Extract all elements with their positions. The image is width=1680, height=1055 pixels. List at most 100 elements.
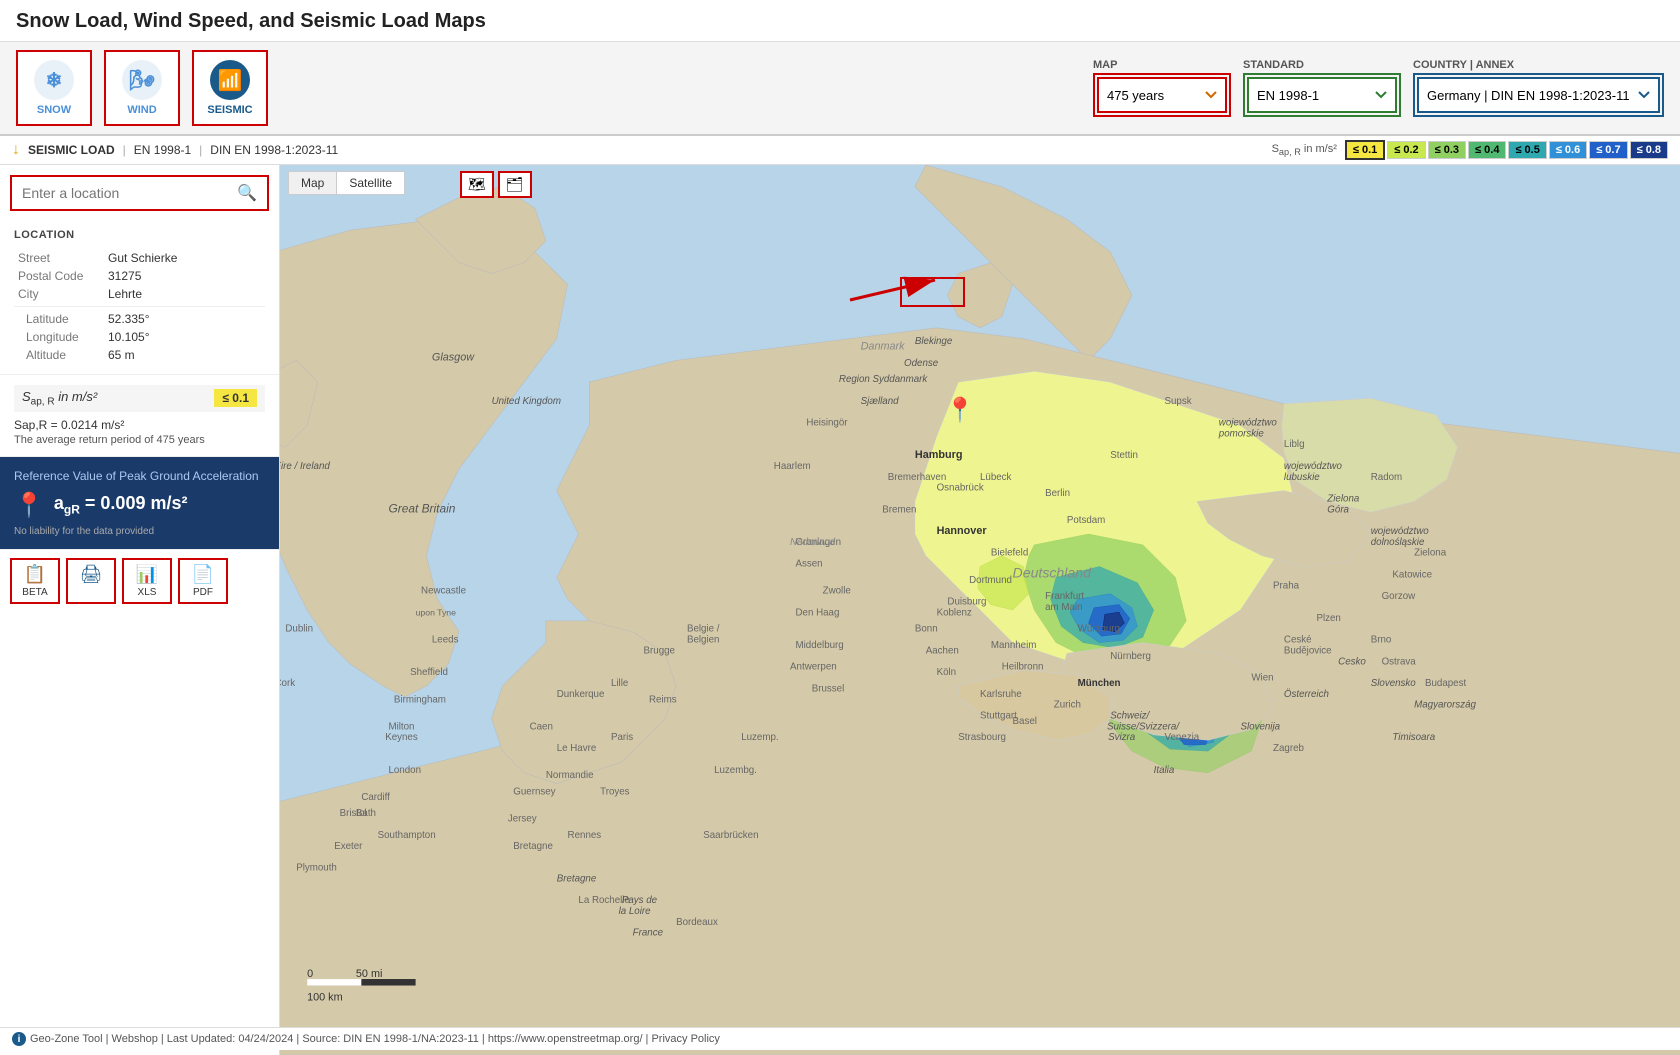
tab-satellite[interactable]: Satellite — [337, 172, 404, 194]
svg-text:Dunkerque: Dunkerque — [557, 689, 605, 700]
svg-text:Nürnberg: Nürnberg — [1110, 651, 1151, 662]
action-bar: 📋 BETA 🖨 📊 XLS 📄 PDF — [0, 549, 279, 612]
svg-text:dolnośląskie: dolnośląskie — [1371, 537, 1425, 548]
xls-button[interactable]: 📊 XLS — [122, 558, 172, 604]
map-dropdown-label: MAP — [1093, 59, 1231, 71]
print-button[interactable]: 🖨 — [66, 558, 116, 604]
svg-text:Strasbourg: Strasbourg — [958, 732, 1006, 743]
info-icon: i — [12, 1032, 26, 1046]
svg-text:Great Britain: Great Britain — [388, 501, 455, 515]
svg-text:Venezia: Venezia — [1165, 732, 1200, 743]
svg-text:Mannheim: Mannheim — [991, 640, 1037, 651]
svg-text:Würzburg: Würzburg — [1078, 624, 1120, 635]
google-maps-button[interactable]: 🗺 — [460, 171, 494, 198]
seismic-label: SEISMIC — [207, 104, 252, 116]
standard-dropdown-wrapper: EN 1998-1 — [1243, 73, 1401, 117]
snow-button[interactable]: ❄ SNOW — [16, 50, 92, 126]
field-label-lon: Longitude — [14, 328, 104, 346]
snow-label: SNOW — [37, 104, 71, 116]
svg-text:100 km: 100 km — [307, 992, 343, 1004]
svg-text:0: 0 — [307, 968, 313, 980]
country-dropdown-wrapper: Germany | DIN EN 1998-1:2023-11 — [1413, 73, 1664, 117]
wind-icon: 🌬 — [122, 60, 162, 100]
svg-text:Heilbronn: Heilbronn — [1002, 662, 1044, 673]
seismic-label-row: Sap, R in m/s² ≤ 0.1 — [14, 385, 265, 412]
location-heading: LOCATION — [14, 229, 265, 241]
svg-text:Rennes: Rennes — [568, 830, 602, 841]
svg-text:Luzembg.: Luzembg. — [714, 765, 757, 776]
svg-text:Antwerpen: Antwerpen — [790, 662, 837, 673]
table-row: Postal Code 31275 — [14, 267, 265, 285]
country-select[interactable]: Germany | DIN EN 1998-1:2023-11 — [1417, 77, 1660, 113]
location-table: Street Gut Schierke Postal Code 31275 Ci… — [14, 249, 265, 364]
reference-panel: Reference Value of Peak Ground Accelerat… — [0, 457, 279, 549]
svg-text:Zwolle: Zwolle — [823, 586, 851, 597]
search-box[interactable]: 🔍 — [10, 175, 269, 211]
beta-button[interactable]: 📋 BETA — [10, 558, 60, 604]
svg-text:Österreich: Österreich — [1284, 689, 1329, 700]
map-container[interactable]: Map Satellite 🗺 🗂 — [280, 165, 1680, 1055]
svg-text:Duisburg: Duisburg — [947, 597, 986, 608]
footer: i Geo-Zone Tool | Webshop | Last Updated… — [0, 1027, 1680, 1050]
svg-text:Slovensko: Slovensko — [1371, 678, 1417, 689]
svg-text:Jersey: Jersey — [508, 814, 537, 825]
legend-cell-01: ≤ 0.1 — [1345, 140, 1385, 160]
svg-text:Stuttgart: Stuttgart — [980, 711, 1017, 722]
seismic-value-badge: ≤ 0.1 — [214, 389, 257, 407]
svg-text:Cork: Cork — [280, 678, 295, 689]
svg-text:Dortmund: Dortmund — [969, 575, 1012, 586]
map-dropdown-group: MAP 475 years 100 years 2475 years — [1093, 59, 1231, 117]
svg-text:Timisoara: Timisoara — [1392, 732, 1435, 743]
seismic-icon: 📶 — [210, 60, 250, 100]
svg-text:upon Tyne: upon Tyne — [416, 607, 457, 617]
status-left: ↓ SEISMIC LOAD | EN 1998-1 | DIN EN 1998… — [12, 141, 338, 159]
svg-text:Ostrava: Ostrava — [1382, 656, 1417, 667]
map-layers-button[interactable]: 🗂 — [498, 171, 532, 198]
svg-text:Katowice: Katowice — [1392, 569, 1432, 580]
svg-text:Brugge: Brugge — [644, 645, 675, 656]
seismic-button[interactable]: 📶 SEISMIC — [192, 50, 268, 126]
pdf-label: PDF — [193, 587, 213, 598]
svg-text:Brno: Brno — [1371, 635, 1392, 646]
svg-text:Köln: Köln — [937, 667, 957, 678]
svg-text:Belgien: Belgien — [687, 635, 720, 646]
svg-text:Pays de: Pays de — [622, 895, 658, 906]
xls-label: XLS — [138, 587, 157, 598]
svg-text:Saarbrücken: Saarbrücken — [703, 830, 758, 841]
svg-text:Stettin: Stettin — [1110, 450, 1138, 461]
search-input[interactable] — [22, 185, 229, 201]
pdf-button[interactable]: 📄 PDF — [178, 558, 228, 604]
tab-map[interactable]: Map — [289, 172, 337, 194]
svg-text:Ceské: Ceské — [1284, 635, 1312, 646]
svg-text:województwo: województwo — [1284, 461, 1343, 472]
pipe2: | — [199, 143, 202, 157]
svg-text:Supsk: Supsk — [1165, 396, 1192, 407]
field-label-alt: Altitude — [14, 346, 104, 364]
svg-text:Glasgow: Glasgow — [432, 351, 475, 363]
field-value-street: Gut Schierke — [104, 249, 265, 267]
svg-text:Italia: Italia — [1154, 765, 1175, 776]
svg-text:Radom: Radom — [1371, 472, 1402, 483]
ref-panel-value: 📍 agR = 0.009 m/s² — [14, 491, 265, 520]
field-value-lat: 52.335° — [104, 310, 265, 328]
svg-text:Svizra: Svizra — [1108, 732, 1136, 743]
legend-cell-07: ≤ 0.7 — [1589, 141, 1627, 159]
standard-dropdown-group: STANDARD EN 1998-1 — [1243, 59, 1401, 117]
svg-text:Liblg: Liblg — [1284, 439, 1305, 450]
map-select[interactable]: 475 years 100 years 2475 years — [1097, 77, 1227, 113]
sidebar: 🔍 LOCATION Street Gut Schierke Postal Co… — [0, 165, 280, 1055]
svg-text:Budapest: Budapest — [1425, 678, 1466, 689]
svg-text:Zielona: Zielona — [1414, 548, 1447, 559]
table-row: Street Gut Schierke — [14, 249, 265, 267]
ref-panel-title: Reference Value of Peak Ground Accelerat… — [14, 469, 265, 483]
status-arrow-icon: ↓ — [12, 141, 20, 159]
standard-select[interactable]: EN 1998-1 — [1247, 77, 1397, 113]
field-label-lat: Latitude — [14, 310, 104, 328]
svg-text:Berlin: Berlin — [1045, 488, 1070, 499]
wind-button[interactable]: 🌬 WIND — [104, 50, 180, 126]
beta-label: BETA — [22, 587, 47, 598]
annex-status: DIN EN 1998-1:2023-11 — [210, 143, 338, 157]
svg-text:Brussel: Brussel — [812, 683, 845, 694]
field-value-lon: 10.105° — [104, 328, 265, 346]
svg-text:United Kingdom: United Kingdom — [492, 396, 561, 407]
